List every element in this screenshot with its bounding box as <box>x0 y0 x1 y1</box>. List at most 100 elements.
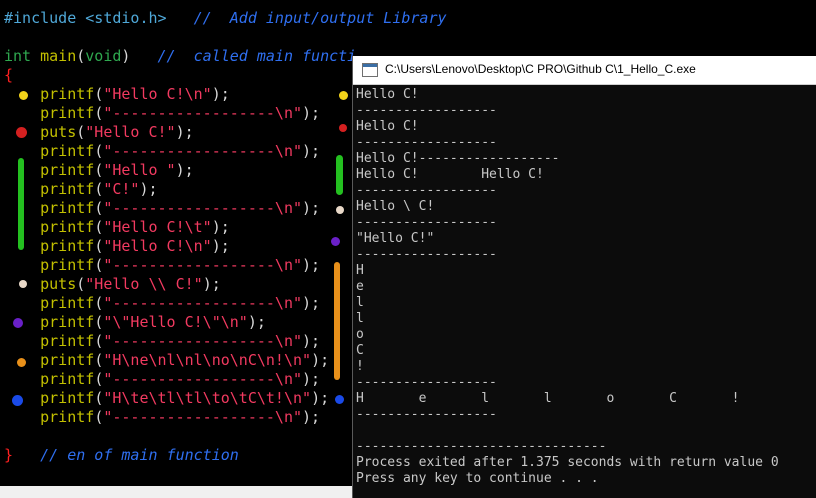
code-token: puts <box>40 123 77 141</box>
status-bar <box>0 486 352 498</box>
code-token: ); <box>247 313 266 331</box>
code-token: "Hello C!" <box>85 123 176 141</box>
code-line[interactable]: puts("Hello \\ C!"); <box>4 275 221 294</box>
code-token: { <box>4 66 14 84</box>
code-line[interactable]: printf("------------------\n"); <box>4 408 320 427</box>
console-output-line: -------------------------------- <box>356 439 607 454</box>
code-token: ( <box>94 408 104 426</box>
code-token: // called main functi <box>157 47 357 65</box>
code-token: ); <box>211 85 230 103</box>
code-token: printf <box>40 161 95 179</box>
yellow-marker-dot <box>19 91 28 100</box>
code-line[interactable]: printf("H\ne\nl\nl\no\nC\n!\n"); <box>4 351 329 370</box>
code-token: printf <box>40 180 95 198</box>
code-line[interactable]: printf("------------------\n"); <box>4 294 320 313</box>
console-window[interactable]: C:\Users\Lenovo\Desktop\C PRO\Github C\1… <box>352 56 816 498</box>
code-line[interactable]: } // en of main function <box>4 446 239 465</box>
code-line[interactable]: puts("Hello C!"); <box>4 123 194 142</box>
code-line[interactable]: printf("H\te\tl\tl\to\tC\t!\n"); <box>4 389 329 408</box>
code-token: printf <box>40 199 95 217</box>
blue-marker-dot <box>12 395 23 406</box>
code-line[interactable]: printf("\"Hello C!\"\n"); <box>4 313 266 332</box>
console-output-line: ! <box>356 359 364 374</box>
code-token: "\"Hello C!\"\n" <box>103 313 248 331</box>
code-token: printf <box>40 256 95 274</box>
code-line[interactable]: { <box>4 66 13 85</box>
code-token: ); <box>302 256 321 274</box>
code-line[interactable]: printf("------------------\n"); <box>4 199 320 218</box>
code-line[interactable]: printf("------------------\n"); <box>4 370 320 389</box>
code-token: ); <box>302 142 321 160</box>
code-token: ); <box>302 199 321 217</box>
code-token: ( <box>94 142 104 160</box>
code-token: printf <box>40 294 95 312</box>
white-marker-dot-left <box>19 280 27 288</box>
code-line[interactable]: printf("C!"); <box>4 180 157 199</box>
console-app-icon <box>362 63 378 77</box>
code-line[interactable]: printf("------------------\n"); <box>4 142 320 161</box>
code-token: ( <box>94 237 104 255</box>
console-window-title: C:\Users\Lenovo\Desktop\C PRO\Github C\1… <box>385 62 696 76</box>
console-output-line: "Hello C!" <box>356 231 435 246</box>
code-line[interactable]: printf("------------------\n"); <box>4 332 320 351</box>
code-token: ) <box>121 47 158 65</box>
code-token: printf <box>40 237 95 255</box>
code-token: printf <box>40 351 95 369</box>
code-token: ( <box>94 218 104 236</box>
code-token: void <box>85 47 122 65</box>
code-line[interactable]: printf("Hello C!\t"); <box>4 218 230 237</box>
purple-marker-dot-right <box>331 237 340 246</box>
code-token: ); <box>311 389 330 407</box>
code-token: ); <box>202 275 221 293</box>
code-line[interactable]: printf("Hello C!\n"); <box>4 85 230 104</box>
console-output-line: Hello C! <box>356 87 419 102</box>
console-output-line: Hello \ C! <box>356 199 435 214</box>
purple-marker-dot <box>13 318 23 328</box>
code-token: ( <box>94 104 104 122</box>
code-token: printf <box>40 313 95 331</box>
yellow-marker-dot-right <box>339 91 348 100</box>
code-token: ( <box>94 389 104 407</box>
console-output-line: e <box>356 279 364 294</box>
console-output-line: H e l l o C ! <box>356 391 740 406</box>
code-token: printf <box>40 85 95 103</box>
console-output-line: ------------------ <box>356 183 497 198</box>
code-token: printf <box>40 408 95 426</box>
code-line[interactable]: int main(void) // called main functi <box>4 47 356 66</box>
console-output-line: Hello C!------------------ <box>356 151 560 166</box>
code-line[interactable]: printf("Hello C!\n"); <box>4 237 230 256</box>
code-token: "------------------\n" <box>103 142 303 160</box>
code-token: ( <box>94 180 104 198</box>
code-token: "------------------\n" <box>103 408 303 426</box>
code-token: "------------------\n" <box>103 256 303 274</box>
code-line[interactable]: printf("------------------\n"); <box>4 256 320 275</box>
code-token: "------------------\n" <box>103 294 303 312</box>
console-output-line: ------------------ <box>356 375 497 390</box>
code-line[interactable]: printf("------------------\n"); <box>4 104 320 123</box>
code-token: printf <box>40 104 95 122</box>
console-output-line: o <box>356 327 364 342</box>
console-output-line: ------------------ <box>356 103 497 118</box>
code-token: ); <box>175 161 194 179</box>
red-marker-dot-right <box>339 124 347 132</box>
blue-marker-dot-right <box>335 395 344 404</box>
code-token: "------------------\n" <box>103 199 303 217</box>
console-output-line: H <box>356 263 364 278</box>
console-output-line: ------------------ <box>356 135 497 150</box>
code-token: ( <box>76 275 86 293</box>
code-token: "------------------\n" <box>103 370 303 388</box>
code-token: ( <box>94 332 104 350</box>
code-line[interactable]: printf("Hello "); <box>4 161 194 180</box>
code-token: ); <box>302 408 321 426</box>
code-token: printf <box>40 370 95 388</box>
code-line[interactable]: #include <stdio.h> // Add input/output L… <box>4 9 447 28</box>
console-title-bar[interactable]: C:\Users\Lenovo\Desktop\C PRO\Github C\1… <box>353 56 816 85</box>
